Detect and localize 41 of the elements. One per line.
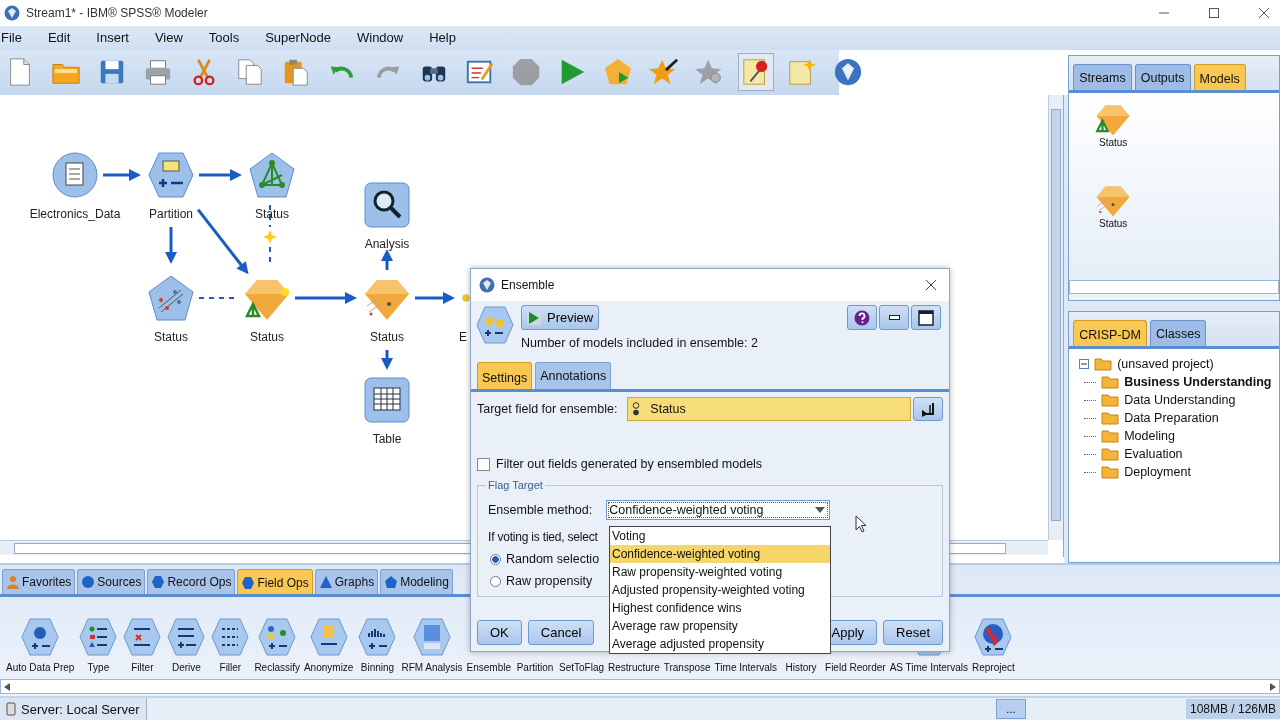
- palette-node-label: Filler: [219, 662, 242, 674]
- field-label: Ensemble method:: [488, 503, 593, 517]
- node-label: Status: [154, 330, 188, 345]
- checkbox-label: Filter out fields generated by ensembled models: [496, 457, 763, 471]
- palette-node-label: Type: [87, 662, 110, 674]
- node-label: Analysis: [364, 237, 410, 252]
- palette-node-label: Reclassify: [254, 662, 300, 674]
- palette-node-label: Ensemble: [466, 662, 511, 674]
- palette-node-label: Binning: [360, 662, 395, 674]
- radio-label: Random selectio: [506, 552, 600, 566]
- window-title: Stream1* - IBM® SPSS® Modeler: [26, 5, 208, 20]
- palette-node-label: Restructure: [608, 662, 660, 674]
- node-label: Table: [372, 432, 402, 447]
- model-label: Status: [1099, 137, 1128, 149]
- palette-node-label: Derive: [171, 662, 201, 674]
- group-title: Flag Target: [486, 479, 545, 491]
- node-label: Status: [250, 330, 284, 345]
- palette-node-label: Transpose: [663, 662, 711, 674]
- model-label: Status: [1099, 218, 1128, 230]
- palette-node-label: Field Reorder: [825, 662, 886, 674]
- palette-node-label: SetToFlag: [559, 662, 605, 674]
- node-label: Status: [255, 207, 289, 222]
- memory-usage: 108MB / 126MB: [1185, 699, 1280, 720]
- palette-node-label: Auto Data Prep: [6, 662, 75, 674]
- palette-node-label: History: [785, 662, 817, 674]
- node-label: Partition: [149, 207, 193, 222]
- tie-label: If voting is tied, select: [488, 530, 598, 544]
- node-label: E: [459, 330, 467, 345]
- palette-node-label: Anonymize: [303, 662, 354, 674]
- field-label: Target field for ensemble:: [477, 402, 618, 416]
- radio-label: Raw propensity: [506, 574, 593, 588]
- models-count-text: Number of models included in ensemble: 2: [521, 336, 759, 350]
- palette-node-label: RFM Analysis: [401, 662, 463, 674]
- palette-node-label: Filter: [131, 662, 154, 674]
- palette-node-label: Reproject: [972, 662, 1015, 674]
- palette-node-label: AS Time Intervals: [889, 662, 968, 674]
- dialog-title: Ensemble: [501, 278, 555, 292]
- palette-node-label: Time Intervals: [714, 662, 778, 674]
- node-label: Electronics_Data: [29, 207, 121, 222]
- palette-node-label: Partition: [516, 662, 554, 674]
- node-label: Status: [370, 330, 404, 345]
